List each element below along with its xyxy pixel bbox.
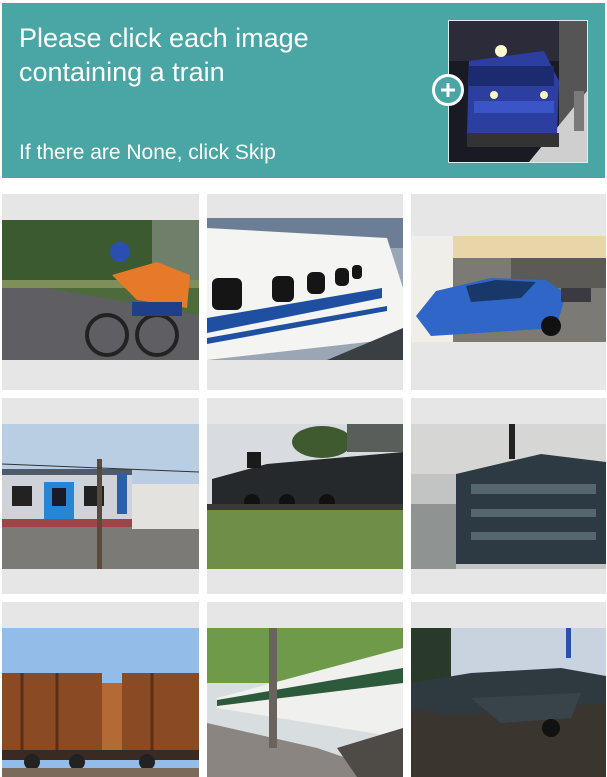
image-tile-7[interactable] xyxy=(2,602,199,777)
image-tile-1[interactable] xyxy=(2,194,199,390)
challenge-prompt: Please click each image containing a tra… xyxy=(19,23,309,87)
image-tile-4[interactable] xyxy=(2,398,199,594)
image-tile-3[interactable] xyxy=(411,194,606,390)
image-tile-2[interactable] xyxy=(207,194,403,390)
skip-hint: If there are None, click Skip xyxy=(19,141,276,164)
plus-icon[interactable] xyxy=(432,74,464,106)
image-tile-5[interactable] xyxy=(207,398,403,594)
example-image[interactable] xyxy=(448,20,588,163)
image-tile-6[interactable] xyxy=(411,398,606,594)
image-tile-9[interactable] xyxy=(411,602,606,777)
image-tile-8[interactable] xyxy=(207,602,403,777)
